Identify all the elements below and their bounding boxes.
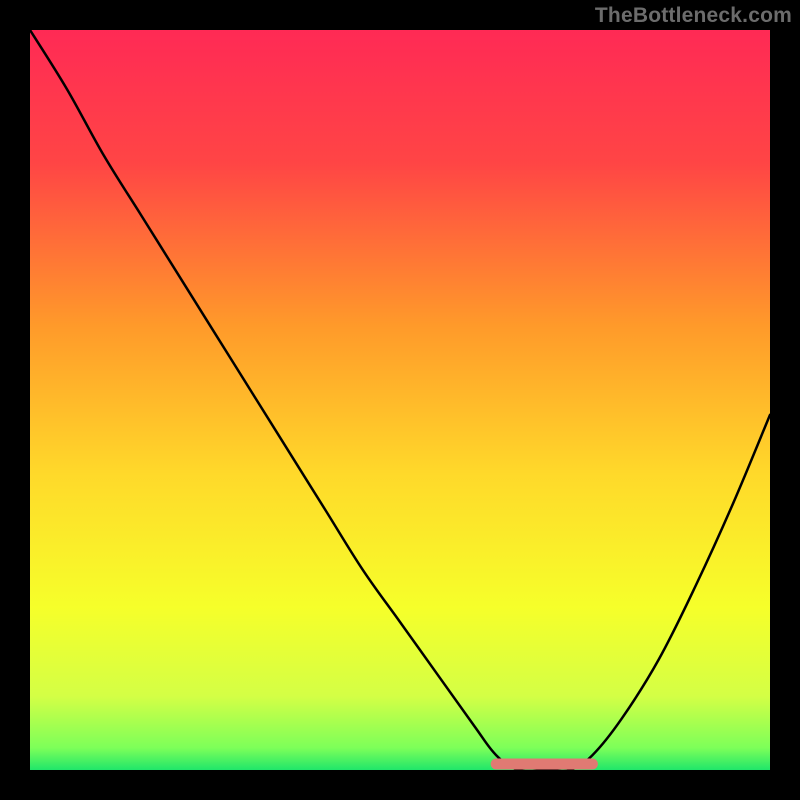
bottleneck-chart [30, 30, 770, 770]
plot-area [30, 30, 770, 770]
chart-frame: TheBottleneck.com [0, 0, 800, 800]
attribution-text: TheBottleneck.com [595, 4, 792, 28]
